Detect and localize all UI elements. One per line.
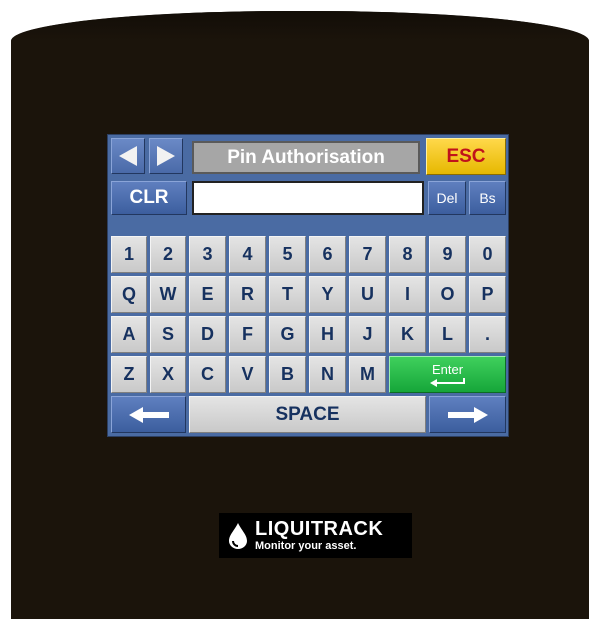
key-u[interactable]: U bbox=[349, 276, 386, 313]
key-r[interactable]: R bbox=[229, 276, 266, 313]
page-title: Pin Authorisation bbox=[192, 141, 420, 174]
enter-label: Enter bbox=[431, 361, 464, 377]
key-o[interactable]: O bbox=[429, 276, 466, 313]
space-bar[interactable]: SPACE bbox=[189, 396, 426, 433]
next-arrow-button[interactable] bbox=[149, 138, 183, 174]
key-m[interactable]: M bbox=[349, 356, 386, 393]
key-1[interactable]: 1 bbox=[111, 236, 147, 273]
key-b[interactable]: B bbox=[269, 356, 306, 393]
key-t[interactable]: T bbox=[269, 276, 306, 313]
triangle-left-icon bbox=[119, 146, 137, 166]
key-n[interactable]: N bbox=[309, 356, 346, 393]
enter-button[interactable]: Enter bbox=[389, 356, 506, 393]
delete-button[interactable]: Del bbox=[428, 181, 466, 215]
key-8[interactable]: 8 bbox=[389, 236, 426, 273]
key-g[interactable]: G bbox=[269, 316, 306, 353]
key-y[interactable]: Y bbox=[309, 276, 346, 313]
key-d[interactable]: D bbox=[189, 316, 226, 353]
liquitrack-logo: LIQUITRACK Monitor your asset. bbox=[219, 513, 412, 558]
key-period[interactable]: . bbox=[469, 316, 506, 353]
key-3[interactable]: 3 bbox=[189, 236, 226, 273]
clr-button[interactable]: CLR bbox=[111, 181, 187, 215]
cursor-right-button[interactable] bbox=[429, 396, 506, 433]
key-e[interactable]: E bbox=[189, 276, 226, 313]
key-0[interactable]: 0 bbox=[469, 236, 506, 273]
key-7[interactable]: 7 bbox=[349, 236, 386, 273]
key-c[interactable]: C bbox=[189, 356, 226, 393]
key-l[interactable]: L bbox=[429, 316, 466, 353]
key-f[interactable]: F bbox=[229, 316, 266, 353]
prev-arrow-button[interactable] bbox=[111, 138, 145, 174]
key-z[interactable]: Z bbox=[111, 356, 147, 393]
key-s[interactable]: S bbox=[150, 316, 186, 353]
key-q[interactable]: Q bbox=[111, 276, 147, 313]
key-6[interactable]: 6 bbox=[309, 236, 346, 273]
pin-input[interactable] bbox=[192, 181, 424, 215]
key-5[interactable]: 5 bbox=[269, 236, 306, 273]
cursor-left-button[interactable] bbox=[111, 396, 186, 433]
key-4[interactable]: 4 bbox=[229, 236, 266, 273]
key-j[interactable]: J bbox=[349, 316, 386, 353]
esc-button[interactable]: ESC bbox=[426, 138, 506, 175]
key-p[interactable]: P bbox=[469, 276, 506, 313]
key-9[interactable]: 9 bbox=[429, 236, 466, 273]
key-w[interactable]: W bbox=[150, 276, 186, 313]
key-h[interactable]: H bbox=[309, 316, 346, 353]
key-k[interactable]: K bbox=[389, 316, 426, 353]
droplet-icon bbox=[229, 522, 247, 549]
triangle-right-icon bbox=[157, 146, 175, 166]
key-i[interactable]: I bbox=[389, 276, 426, 313]
arrow-left-icon bbox=[128, 406, 169, 423]
enter-return-icon bbox=[429, 377, 465, 387]
backspace-button[interactable]: Bs bbox=[469, 181, 506, 215]
keypad-panel: Pin Authorisation ESC CLR Del Bs 1 2 3 4… bbox=[108, 135, 508, 436]
logo-tagline: Monitor your asset. bbox=[255, 540, 357, 552]
key-v[interactable]: V bbox=[229, 356, 266, 393]
key-x[interactable]: X bbox=[150, 356, 186, 393]
key-2[interactable]: 2 bbox=[150, 236, 186, 273]
logo-name: LIQUITRACK bbox=[255, 518, 384, 540]
arrow-right-icon bbox=[447, 406, 488, 423]
key-a[interactable]: A bbox=[111, 316, 147, 353]
